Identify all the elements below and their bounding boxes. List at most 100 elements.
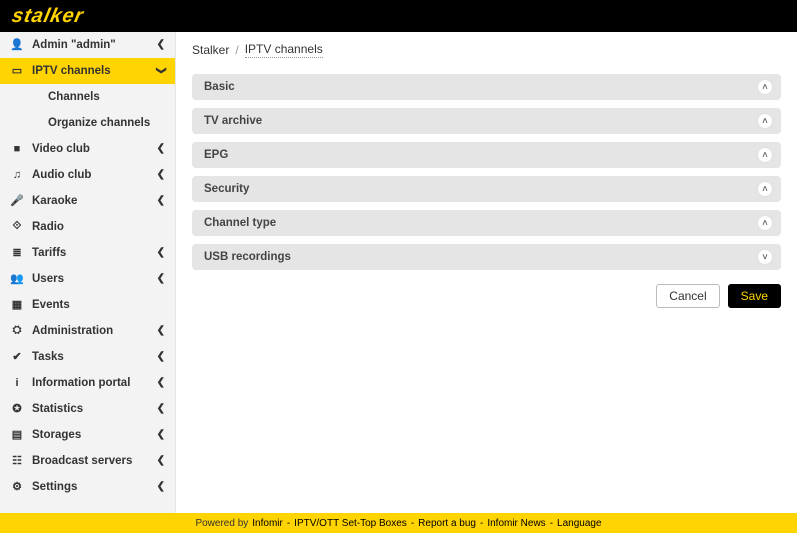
sidebar-item-video-club[interactable]: ■ Video club ❮	[0, 136, 175, 162]
footer-infomir-link[interactable]: Infomir	[252, 518, 283, 529]
sidebar-item-label: IPTV channels	[32, 65, 157, 77]
sidebar-item-tasks[interactable]: ✔ Tasks ❮	[0, 344, 175, 370]
sidebar: 👤 Admin "admin" ❮ ▭ IPTV channels ❯ Chan…	[0, 32, 176, 513]
footer-dash: -	[550, 518, 553, 529]
accordion-security[interactable]: Security ˄	[192, 176, 781, 202]
footer-iptvott-link[interactable]: IPTV/OTT Set-Top Boxes	[294, 518, 407, 529]
chevron-left-icon: ❮	[157, 325, 165, 336]
footer-powered-prefix: Powered by	[195, 518, 248, 529]
accordion-label: Security	[204, 183, 249, 195]
sidebar-item-settings[interactable]: ⚙ Settings ❮	[0, 474, 175, 500]
sidebar-item-tariffs[interactable]: ≣ Tariffs ❮	[0, 240, 175, 266]
chevron-left-icon: ❮	[157, 403, 165, 414]
sidebar-item-label: Karaoke	[32, 195, 157, 207]
accordion-epg[interactable]: EPG ˄	[192, 142, 781, 168]
info-icon: i	[10, 377, 24, 389]
sidebar-item-karaoke[interactable]: 🎤 Karaoke ❮	[0, 188, 175, 214]
sidebar-item-statistics[interactable]: ✪ Statistics ❮	[0, 396, 175, 422]
sidebar-item-administration[interactable]: ⛭ Administration ❮	[0, 318, 175, 344]
footer-dash: -	[411, 518, 414, 529]
list-icon: ≣	[10, 246, 24, 259]
chevron-up-icon: ˄	[757, 79, 773, 95]
footer-news-link[interactable]: Infomir News	[487, 518, 545, 529]
chevron-down-icon: ˅	[757, 249, 773, 265]
sidebar-item-label: Radio	[32, 221, 165, 233]
chevron-down-icon: ❯	[155, 66, 166, 74]
microphone-icon: 🎤	[10, 194, 24, 207]
footer: Powered by Infomir - IPTV/OTT Set-Top Bo…	[0, 513, 797, 533]
globe-icon: ✪	[10, 402, 24, 415]
accordion-tv-archive[interactable]: TV archive ˄	[192, 108, 781, 134]
breadcrumb-current: IPTV channels	[245, 42, 323, 58]
cancel-button[interactable]: Cancel	[656, 284, 719, 308]
sidebar-sub-organize-channels[interactable]: Organize channels	[0, 110, 175, 136]
accordion-label: Channel type	[204, 217, 276, 229]
chevron-left-icon: ❮	[157, 481, 165, 492]
accordion-usb-recordings[interactable]: USB recordings ˅	[192, 244, 781, 270]
sidebar-sub-label: Channels	[48, 91, 100, 103]
sidebar-item-label: Administration	[32, 325, 157, 337]
users-icon: 👥	[10, 272, 24, 285]
music-icon: ♫	[10, 169, 24, 181]
sidebar-item-audio-club[interactable]: ♫ Audio club ❮	[0, 162, 175, 188]
sidebar-item-iptv-channels[interactable]: ▭ IPTV channels ❯	[0, 58, 175, 84]
sidebar-item-label: Tariffs	[32, 247, 157, 259]
sidebar-item-label: Tasks	[32, 351, 157, 363]
sidebar-sub-label: Organize channels	[48, 117, 150, 129]
sidebar-sub-channels[interactable]: Channels	[0, 84, 175, 110]
gear-icon: ⛭	[10, 324, 24, 337]
chevron-left-icon: ❮	[157, 455, 165, 466]
sidebar-item-label: Events	[32, 299, 165, 311]
sidebar-item-users[interactable]: 👥 Users ❮	[0, 266, 175, 292]
sidebar-item-events[interactable]: ▦ Events	[0, 292, 175, 318]
chevron-left-icon: ❮	[157, 195, 165, 206]
sidebar-item-label: Statistics	[32, 403, 157, 415]
accordion-label: Basic	[204, 81, 235, 93]
footer-dash: -	[480, 518, 483, 529]
button-row: Cancel Save	[192, 284, 781, 308]
top-bar: stalker	[0, 0, 797, 32]
footer-report-link[interactable]: Report a bug	[418, 518, 476, 529]
sidebar-item-label: Settings	[32, 481, 157, 493]
check-icon: ✔	[10, 350, 24, 363]
video-icon: ■	[10, 143, 24, 155]
chevron-left-icon: ❮	[157, 143, 165, 154]
accordion-label: USB recordings	[204, 251, 291, 263]
breadcrumb-root[interactable]: Stalker	[192, 43, 229, 57]
chevron-left-icon: ❮	[157, 39, 165, 50]
accordion-channel-type[interactable]: Channel type ˄	[192, 210, 781, 236]
chevron-left-icon: ❮	[157, 429, 165, 440]
sidebar-item-information-portal[interactable]: i Information portal ❮	[0, 370, 175, 396]
chevron-left-icon: ❮	[157, 351, 165, 362]
footer-language-link[interactable]: Language	[557, 518, 602, 529]
sidebar-item-broadcast-servers[interactable]: ☷ Broadcast servers ❮	[0, 448, 175, 474]
sidebar-item-label: Video club	[32, 143, 157, 155]
sidebar-item-radio[interactable]: ⟐ Radio	[0, 214, 175, 240]
main-layout: 👤 Admin "admin" ❮ ▭ IPTV channels ❯ Chan…	[0, 32, 797, 513]
breadcrumb: Stalker / IPTV channels	[192, 42, 781, 58]
chevron-up-icon: ˄	[757, 215, 773, 231]
sidebar-item-storages[interactable]: ▤ Storages ❮	[0, 422, 175, 448]
calendar-icon: ▦	[10, 298, 24, 311]
chevron-left-icon: ❮	[157, 377, 165, 388]
sidebar-item-label: Admin "admin"	[32, 39, 157, 51]
sidebar-item-label: Broadcast servers	[32, 455, 157, 467]
chevron-left-icon: ❮	[157, 247, 165, 258]
storage-icon: ▤	[10, 428, 24, 441]
save-button[interactable]: Save	[728, 284, 781, 308]
footer-dash: -	[287, 518, 290, 529]
sidebar-item-admin[interactable]: 👤 Admin "admin" ❮	[0, 32, 175, 58]
chevron-up-icon: ˄	[757, 147, 773, 163]
accordion-basic[interactable]: Basic ˄	[192, 74, 781, 100]
sidebar-item-label: Users	[32, 273, 157, 285]
sidebar-item-label: Information portal	[32, 377, 157, 389]
user-icon: 👤	[10, 38, 24, 51]
tv-icon: ▭	[10, 64, 24, 77]
breadcrumb-separator: /	[235, 43, 238, 57]
content-area: Stalker / IPTV channels Basic ˄ TV archi…	[176, 32, 797, 513]
settings-icon: ⚙	[10, 480, 24, 493]
accordion-label: EPG	[204, 149, 228, 161]
chevron-left-icon: ❮	[157, 169, 165, 180]
brand-logo: stalker	[10, 5, 86, 28]
chevron-up-icon: ˄	[757, 181, 773, 197]
